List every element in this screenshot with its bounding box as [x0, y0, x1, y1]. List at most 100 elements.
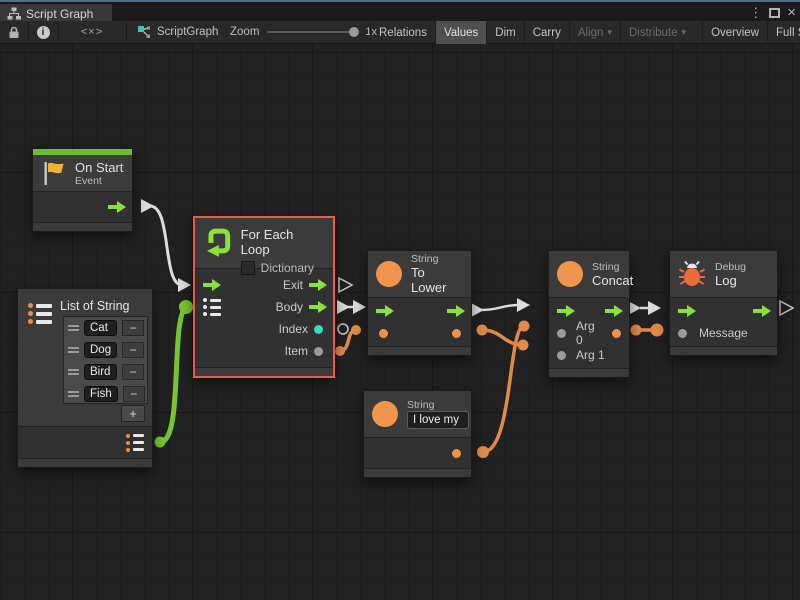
bug-icon: [678, 260, 706, 288]
align-dropdown[interactable]: Align ▾: [569, 21, 620, 44]
list-output-port[interactable]: [126, 434, 144, 452]
list-item-field[interactable]: Dog: [84, 342, 117, 358]
list-item-field[interactable]: Bird: [84, 364, 117, 380]
collection-input-port[interactable]: [203, 298, 221, 316]
tab-title: Script Graph: [26, 7, 93, 21]
list-item-field[interactable]: Cat: [84, 320, 117, 336]
string-output-port[interactable]: [452, 449, 461, 458]
code-preview-button[interactable]: <×>: [60, 21, 124, 43]
lock-button[interactable]: [2, 21, 26, 43]
node-footer: [33, 222, 132, 231]
dim-button[interactable]: Dim: [486, 21, 523, 44]
string-input-port[interactable]: [379, 329, 388, 338]
string-type-icon: [557, 261, 583, 287]
list-item-field[interactable]: Fish: [84, 386, 118, 402]
node-type-label: String: [407, 399, 469, 411]
port-label-index: Index: [279, 322, 308, 336]
node-footer: [670, 346, 777, 355]
port-label-item: Item: [285, 344, 308, 358]
node-footer: [368, 346, 471, 355]
unity-script-graph-window: { "window": { "tab_title": "Script Graph…: [0, 0, 800, 600]
flow-output-port[interactable]: [108, 201, 126, 213]
drag-handle[interactable]: [68, 347, 79, 353]
node-string-to-lower[interactable]: String To Lower: [367, 250, 472, 356]
remove-item-button[interactable]: −: [123, 386, 145, 402]
toolbar-buttons: Relations Values Dim Carry Align ▾ Distr…: [370, 21, 800, 44]
drag-handle[interactable]: [68, 325, 79, 331]
node-string-concat[interactable]: String Concat Arg 0 Arg 1: [548, 250, 630, 378]
node-string-literal[interactable]: String: [363, 390, 472, 478]
flow-output-port[interactable]: [605, 305, 623, 317]
kebab-menu-icon[interactable]: ⋮: [749, 6, 762, 20]
string-output-port[interactable]: [452, 329, 461, 338]
lock-icon: [8, 26, 20, 39]
node-footer: [364, 468, 471, 477]
node-title: Concat: [592, 273, 633, 288]
toolbar-separator: [58, 23, 59, 41]
result-output-port[interactable]: [612, 329, 621, 338]
loop-icon: [203, 227, 232, 258]
node-list-of-string[interactable]: List of String Cat − Dog − Bird − Fish −: [17, 288, 153, 468]
flow-input-port[interactable]: [557, 305, 575, 317]
arg0-input-port[interactable]: [557, 329, 566, 338]
item-output-port[interactable]: [314, 347, 323, 356]
flow-input-port[interactable]: [678, 305, 696, 317]
info-button[interactable]: i: [30, 21, 56, 43]
string-list-widget: Cat − Dog − Bird − Fish −: [63, 316, 148, 404]
graph-toolbar: i <×> ScriptGraph Zoom 1x Relations Valu…: [0, 21, 800, 44]
list-item-row: Dog −: [64, 339, 147, 361]
arg1-input-port[interactable]: [557, 351, 566, 360]
message-input-port[interactable]: [678, 329, 687, 338]
node-on-start[interactable]: On Start Event: [32, 148, 133, 232]
zoom-slider[interactable]: [267, 26, 357, 38]
index-output-port[interactable]: [314, 325, 323, 334]
body-output-port[interactable]: [309, 301, 327, 313]
remove-item-button[interactable]: −: [122, 364, 144, 380]
node-type-label: String: [592, 261, 633, 273]
node-type-label: Debug: [715, 261, 746, 273]
close-icon[interactable]: ×: [787, 6, 796, 20]
node-title: Log: [715, 273, 746, 288]
chevron-down-icon: ▾: [607, 27, 612, 38]
maximize-icon[interactable]: [769, 8, 780, 18]
flow-input-port[interactable]: [203, 279, 221, 291]
zoom-slider-handle[interactable]: [349, 27, 359, 37]
flow-input-port[interactable]: [376, 305, 394, 317]
node-title: To Lower: [411, 265, 463, 295]
node-footer: [195, 367, 333, 376]
remove-item-button[interactable]: −: [122, 320, 144, 336]
drag-handle[interactable]: [68, 369, 79, 375]
node-for-each-loop[interactable]: For Each Loop Dictionary Exit Body Inde: [193, 216, 335, 378]
exit-output-port[interactable]: [309, 279, 327, 291]
align-label: Align: [578, 27, 604, 39]
string-type-icon: [372, 401, 398, 427]
checkbox-label: Dictionary: [261, 261, 314, 275]
list-item-row: Fish −: [64, 383, 147, 405]
drag-handle[interactable]: [68, 391, 79, 397]
node-type-label: String: [411, 253, 463, 265]
fullscreen-button[interactable]: Full Screen: [767, 21, 800, 44]
overview-button[interactable]: Overview: [702, 21, 767, 44]
node-subtitle: Event: [75, 175, 123, 187]
values-button[interactable]: Values: [435, 21, 486, 44]
add-item-button[interactable]: +: [121, 405, 145, 422]
flow-output-port[interactable]: [447, 305, 465, 317]
carry-button[interactable]: Carry: [524, 21, 569, 44]
node-footer: [549, 368, 629, 377]
relations-button[interactable]: Relations: [370, 21, 435, 44]
distribute-dropdown[interactable]: Distribute ▾: [620, 21, 694, 44]
toolbar-separator: [126, 23, 127, 41]
node-title: List of String: [60, 299, 129, 313]
graph-breadcrumb[interactable]: ScriptGraph: [137, 21, 218, 43]
string-value-input[interactable]: [407, 411, 469, 429]
dictionary-checkbox[interactable]: [241, 261, 255, 275]
flow-output-port[interactable]: [753, 305, 771, 317]
flag-icon: [42, 161, 66, 186]
script-graph-icon: [137, 25, 151, 39]
node-debug-log[interactable]: Debug Log Message: [669, 250, 778, 356]
list-icon: [28, 303, 52, 324]
title-bar: Script Graph ⋮ ×: [0, 0, 800, 21]
remove-item-button[interactable]: −: [122, 342, 144, 358]
hierarchy-icon: [7, 7, 21, 20]
graph-name-label: ScriptGraph: [157, 26, 218, 38]
